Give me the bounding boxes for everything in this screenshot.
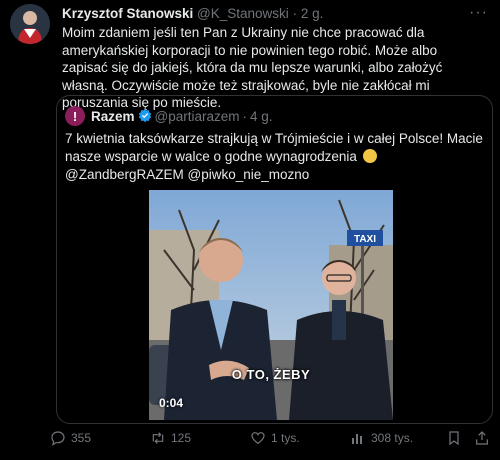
retweet-icon <box>150 430 166 446</box>
reply-count: 355 <box>71 431 92 445</box>
author-name[interactable]: Krzysztof Stanowski <box>62 6 193 21</box>
quoted-text-part1: 7 kwietnia taksówkarze strajkują w Trójm… <box>65 131 483 164</box>
quoted-mentions[interactable]: @ZandbergRAZEM @piwko_nie_mozno <box>65 167 309 182</box>
author-handle[interactable]: @K_Stanowski <box>197 6 289 21</box>
share-button[interactable] <box>474 430 490 446</box>
quoted-tweet[interactable]: ! Razem @partiarazem · 4 g. 7 kwietnia t… <box>56 95 493 424</box>
like-icon <box>250 430 266 446</box>
author-avatar[interactable] <box>10 4 50 44</box>
verified-icon <box>138 108 152 125</box>
tweet-header: Krzysztof Stanowski @K_Stanowski · 2 g. <box>62 6 323 21</box>
views-icon <box>350 430 366 446</box>
bookmark-button[interactable] <box>446 430 462 446</box>
quoted-author-handle[interactable]: @partiarazem <box>155 109 240 124</box>
bookmark-icon <box>446 430 462 446</box>
tweet-card[interactable]: Krzysztof Stanowski @K_Stanowski · 2 g. … <box>0 0 500 460</box>
retweet-button[interactable]: 125 <box>150 430 191 446</box>
clap-emoji <box>362 149 377 163</box>
video-frame: TAXI <box>149 190 393 420</box>
video-caption: O TO, ŻEBY <box>231 367 311 382</box>
quoted-separator: · <box>242 108 248 124</box>
views-button[interactable]: 308 tys. <box>350 430 413 446</box>
like-count: 1 tys. <box>271 431 300 445</box>
quoted-author-name[interactable]: Razem <box>91 109 135 124</box>
quoted-header: ! Razem @partiarazem · 4 g. <box>65 106 273 126</box>
more-icon[interactable]: ··· <box>469 4 488 22</box>
views-count: 308 tys. <box>371 431 414 445</box>
retweet-count: 125 <box>171 431 192 445</box>
share-icon <box>474 430 490 446</box>
video-player[interactable]: TAXI O TO, ŻEBY 0:04 <box>149 190 393 420</box>
action-bar: 355 125 1 tys. 308 tys. <box>50 430 490 450</box>
reply-icon <box>50 430 66 446</box>
quoted-text: 7 kwietnia taksówkarze strajkują w Trójm… <box>65 130 485 184</box>
video-timer: 0:04 <box>159 396 184 410</box>
tweet-time[interactable]: 2 g. <box>301 6 324 21</box>
header-separator: · <box>292 6 298 21</box>
razem-avatar[interactable]: ! <box>65 106 85 126</box>
taxi-sign: TAXI <box>354 234 376 245</box>
like-button[interactable]: 1 tys. <box>250 430 300 446</box>
quoted-time[interactable]: 4 g. <box>250 109 273 124</box>
reply-button[interactable]: 355 <box>50 430 91 446</box>
